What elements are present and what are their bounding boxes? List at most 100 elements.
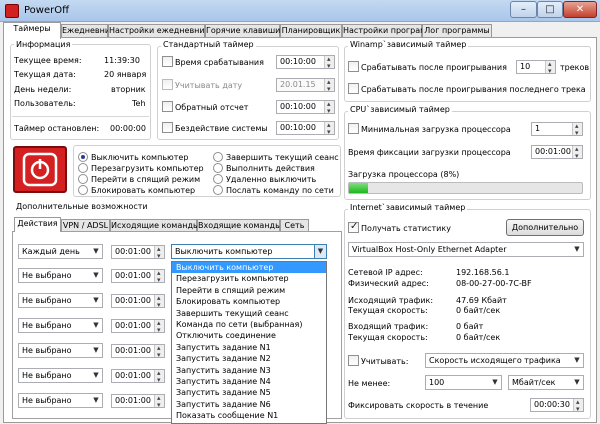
internet-timer-title: Internet`зависимый таймер <box>348 203 468 212</box>
tab-timers[interactable]: Таймеры <box>3 22 61 39</box>
tab-program-settings[interactable]: Настройки программ <box>342 24 432 38</box>
tab-diary-settings[interactable]: Настройки ежедневника <box>108 24 214 38</box>
radio-run-actions[interactable] <box>213 163 223 173</box>
not-less-label: Не менее: <box>348 379 391 388</box>
dropdown-option[interactable]: Запустить задание N5 <box>172 387 326 398</box>
close-button[interactable]: ✕ <box>563 1 597 18</box>
dropdown-option[interactable]: Перейти в спящий режим <box>172 285 326 296</box>
consider-date-label: Учитывать дату <box>175 81 243 90</box>
system-idle-input[interactable]: 00:10:00 <box>276 121 335 135</box>
schedule-select[interactable]: Не выбрано ▼ <box>18 393 103 408</box>
dropdown-option[interactable]: Блокировать компьютер <box>172 296 326 307</box>
after-tracks-checkbox[interactable] <box>348 61 359 72</box>
schedule-select[interactable]: Не выбрано ▼ <box>18 318 103 333</box>
schedule-select[interactable]: Не выбрано ▼ <box>18 343 103 358</box>
net-label: Сетевой IP адрес: <box>348 268 423 277</box>
dropdown-option[interactable]: Завершить текущий сеанс <box>172 308 326 319</box>
maximize-button[interactable]: □ <box>537 1 563 18</box>
standard-timer-title: Стандартный таймер <box>161 40 256 49</box>
dropdown-option[interactable]: Запустить задание N2 <box>172 353 326 364</box>
speed-unit-select[interactable]: Мбайт/сек ▼ <box>508 375 584 390</box>
radio-shutdown[interactable] <box>78 152 88 162</box>
info-label: День недели: <box>14 85 72 94</box>
dropdown-option[interactable]: Показать сообщение N1 <box>172 410 326 421</box>
action-select[interactable]: Выключить компьютер ▼ <box>171 244 327 259</box>
time-input[interactable]: 00:01:00 <box>111 344 165 358</box>
info-label: Текущая дата: <box>14 70 76 79</box>
chevron-down-icon: ▼ <box>93 271 99 279</box>
speed-fix-input[interactable]: 00:00:30 <box>530 398 584 412</box>
net-value: 0 байт/сек <box>456 306 501 315</box>
info-value: вторник <box>111 85 146 94</box>
tab-actions[interactable]: Действия <box>14 217 61 232</box>
cpu-load-fill <box>349 183 368 193</box>
schedule-select[interactable]: Не выбрано ▼ <box>18 368 103 383</box>
info-label: Текущее время: <box>14 56 82 65</box>
track-count-input[interactable]: 10 <box>516 60 556 74</box>
countdown-checkbox[interactable] <box>162 101 173 112</box>
get-stats-checkbox[interactable] <box>348 221 359 233</box>
radio-logoff[interactable] <box>213 152 223 162</box>
time-input[interactable]: 00:01:00 <box>111 245 165 259</box>
info-value: 11:39:30 <box>104 56 140 65</box>
dropdown-option[interactable]: Команда по сети (выбранная) <box>172 319 326 330</box>
min-cpu-input[interactable]: 1 <box>531 122 583 136</box>
time-input[interactable]: 00:01:00 <box>111 394 165 408</box>
radio-sleep[interactable] <box>78 174 88 184</box>
radio-remote-shutdown[interactable] <box>213 174 223 184</box>
system-idle-checkbox[interactable] <box>162 122 173 133</box>
dropdown-option[interactable]: Запустить задание N6 <box>172 399 326 410</box>
time-input[interactable]: 00:01:00 <box>111 319 165 333</box>
chevron-down-icon: ▼ <box>314 245 326 258</box>
power-button[interactable] <box>13 146 67 193</box>
net-value: 47.69 Кбайт <box>456 296 507 305</box>
trigger-time-checkbox[interactable] <box>162 56 173 67</box>
after-last-track-checkbox[interactable] <box>348 83 359 94</box>
time-input[interactable]: 00:01:00 <box>111 369 165 383</box>
dropdown-option[interactable]: Запустить задание N1 <box>172 342 326 353</box>
speed-fix-label: Фиксировать скорость в течение <box>348 401 489 410</box>
consider-date-input[interactable]: 20.01.15 <box>276 78 335 92</box>
radio-send-command[interactable] <box>213 185 223 195</box>
cpu-fix-label: Время фиксации загрузки процессора <box>348 148 511 157</box>
chevron-down-icon: ▼ <box>93 296 99 304</box>
action-dropdown-list[interactable]: Выключить компьютер Перезагрузить компью… <box>171 261 327 424</box>
schedule-select[interactable]: Не выбрано ▼ <box>18 293 103 308</box>
after-tracks-label: Срабатывать после проигрывания <box>361 63 507 72</box>
schedule-select[interactable]: Не выбрано ▼ <box>18 268 103 283</box>
minimize-button[interactable]: – <box>510 1 537 18</box>
get-stats-label: Получать статистику <box>361 224 451 233</box>
chevron-down-icon: ▼ <box>93 321 99 329</box>
action-label: Перезагрузить компьютер <box>91 164 204 173</box>
radio-restart[interactable] <box>78 163 88 173</box>
tab-program-log[interactable]: Лог программы <box>422 24 492 38</box>
dropdown-option[interactable]: Запустить задание N4 <box>172 376 326 387</box>
net-value: 08-00-27-00-7C-BF <box>456 279 532 288</box>
info-label: Пользователь: <box>14 99 76 108</box>
min-cpu-checkbox[interactable] <box>348 123 359 134</box>
countdown-input[interactable]: 00:10:00 <box>276 100 335 114</box>
more-button[interactable]: Дополнительно <box>506 219 584 236</box>
radio-lock[interactable] <box>78 185 88 195</box>
tab-diary[interactable]: Ежедневник <box>61 24 115 38</box>
dropdown-option[interactable]: Запустить задание N3 <box>172 365 326 376</box>
dropdown-option[interactable]: Выключить компьютер <box>172 262 326 274</box>
action-label: Послать команду по сети <box>226 186 334 195</box>
consider-checkbox[interactable] <box>348 355 359 366</box>
dropdown-option[interactable]: Отключить соединение <box>172 330 326 341</box>
consider-date-checkbox[interactable] <box>162 79 173 90</box>
consider-select[interactable]: Скорость исходящего трафика ▼ <box>425 353 584 368</box>
schedule-select[interactable]: Каждый день ▼ <box>18 244 103 259</box>
action-label: Выключить компьютер <box>91 153 189 162</box>
time-input[interactable]: 00:01:00 <box>111 269 165 283</box>
tab-hotkeys[interactable]: Горячие клавиши <box>205 24 280 38</box>
dropdown-option[interactable]: Перезагрузить компьютер <box>172 273 326 284</box>
cpu-fix-input[interactable]: 00:01:00 <box>531 145 583 159</box>
tab-scheduler[interactable]: Планировщик <box>280 24 342 38</box>
not-less-select[interactable]: 100 ▼ <box>425 375 502 390</box>
time-input[interactable]: 00:01:00 <box>111 294 165 308</box>
min-cpu-label: Минимальная загрузка процессора <box>361 125 511 134</box>
adapter-select[interactable]: VirtualBox Host-Only Ethernet Adapter ▼ <box>348 242 584 257</box>
trigger-time-input[interactable]: 00:10:00 <box>276 55 335 69</box>
main-tabs: Таймеры Ежедневник Настройки ежедневника… <box>0 22 600 39</box>
